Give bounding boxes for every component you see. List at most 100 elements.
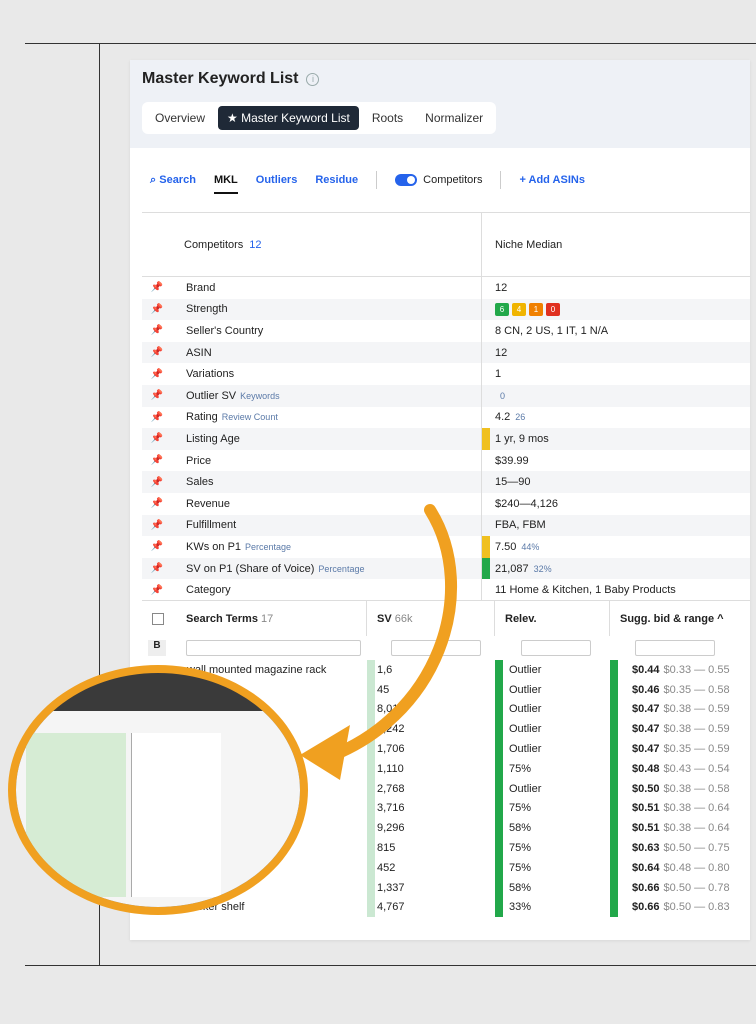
filter-b-button[interactable]: B: [148, 640, 166, 656]
relevance-cell: 75%: [495, 838, 610, 858]
competitor-row: 📌 Price $39.99: [142, 449, 750, 472]
pin-icon[interactable]: 📌: [142, 455, 172, 466]
bid-bar: [610, 778, 618, 799]
row-label: Strength: [172, 298, 482, 321]
info-icon[interactable]: i: [306, 72, 320, 86]
row-value: 8 CN, 2 US, 1 IT, 1 N/A: [495, 324, 609, 337]
relevance-bar: [495, 897, 503, 918]
competitor-row: 📌 Variations 1: [142, 363, 750, 385]
tab-roots[interactable]: Roots: [363, 106, 412, 130]
sv-bar: [367, 857, 375, 878]
bid-bar: [610, 897, 618, 918]
bid-bar: [610, 758, 618, 779]
row-value: 4.2 26: [495, 411, 526, 424]
bid-cell: $0.47 $0.38 — 0.59: [610, 699, 750, 720]
row-value: 12: [495, 281, 508, 294]
bid-bar: [610, 719, 618, 740]
sv-bar: [367, 897, 375, 918]
divider: [376, 171, 378, 189]
relevance-cell: Outlier: [495, 719, 610, 740]
outliers-button[interactable]: Outliers: [256, 174, 298, 186]
bid-cell: $0.44 $0.33 — 0.55: [610, 660, 750, 680]
bid-bar: [610, 739, 618, 759]
row-value: 6410: [482, 299, 750, 321]
sv-cell: 4,767: [367, 897, 495, 918]
bid-cell: $0.66 $0.50 — 0.78: [610, 877, 750, 898]
filter-input-relevance[interactable]: [521, 640, 591, 656]
add-asins-button[interactable]: + Add ASINs: [519, 174, 585, 186]
relevance-bar: [495, 838, 503, 858]
search-button[interactable]: ⌕ Search: [150, 174, 196, 187]
toggle-icon: [395, 174, 418, 187]
row-label: Seller's Country: [172, 320, 482, 342]
relevance-bar: [495, 877, 503, 898]
relevance-cell: 75%: [495, 798, 610, 819]
relevance-cell: Outlier: [495, 778, 610, 799]
bid-cell: $0.50 $0.38 — 0.58: [610, 778, 750, 799]
row-value: 21,087 32%: [482, 557, 750, 580]
pin-icon[interactable]: 📌: [142, 369, 172, 380]
relevance-cell: Outlier: [495, 739, 610, 759]
row-label: Brand: [172, 277, 482, 299]
col-sugg-bid[interactable]: Sugg. bid & range ^: [610, 601, 750, 636]
sv-cell: 452: [367, 857, 495, 878]
competitor-row: 📌 Listing Age 1 yr, 9 mos: [142, 428, 750, 450]
pin-icon[interactable]: 📌: [142, 520, 172, 531]
competitor-row: 📌 Strength 6410: [142, 298, 750, 321]
sv-cell: 3,716: [367, 798, 495, 819]
bid-bar: [610, 660, 618, 680]
pin-icon[interactable]: 📌: [142, 390, 172, 401]
select-all-checkbox[interactable]: [152, 612, 164, 625]
mkl-button[interactable]: MKL: [213, 174, 238, 194]
sv-bar: [367, 798, 375, 819]
row-label: Price: [172, 449, 482, 472]
header: Master Keyword List i Overview ★ Master …: [130, 60, 750, 148]
row-label: Rating Review Count: [172, 406, 482, 429]
pin-icon[interactable]: 📌: [142, 304, 172, 315]
tab-overview[interactable]: Overview: [146, 106, 214, 130]
competitor-row: 📌 ASIN 12: [142, 341, 750, 364]
residue-button[interactable]: Residue: [315, 174, 358, 186]
spreadsheet-column: [131, 733, 221, 897]
bid-cell: $0.51 $0.38 — 0.64: [610, 798, 750, 819]
pin-icon[interactable]: 📌: [142, 412, 172, 423]
competitor-row: 📌 Seller's Country 8 CN, 2 US, 1 IT, 1 N…: [142, 320, 750, 342]
row-value: 0: [500, 390, 506, 401]
bid-cell: $0.47 $0.38 — 0.59: [610, 719, 750, 740]
relevance-cell: 75%: [495, 857, 610, 878]
pin-icon[interactable]: 📌: [142, 477, 172, 488]
relevance-cell: Outlier: [495, 679, 610, 700]
competitor-row: 📌 Rating Review Count 4.2 26: [142, 406, 750, 429]
bid-bar: [610, 838, 618, 858]
filter-input-bid[interactable]: [635, 640, 715, 656]
pin-icon[interactable]: 📌: [142, 433, 172, 444]
row-label: Variations: [172, 363, 482, 385]
col-relevance[interactable]: Relev.: [495, 601, 610, 636]
competitors-toggle[interactable]: Competitors: [395, 174, 482, 187]
tab-master-keyword-list[interactable]: ★ Master Keyword List: [218, 106, 359, 130]
pin-icon[interactable]: 📌: [142, 347, 172, 358]
pin-icon[interactable]: 📌: [142, 585, 172, 596]
relevance-cell: 75%: [495, 758, 610, 779]
pin-icon[interactable]: 📌: [142, 498, 172, 509]
relevance-bar: [495, 818, 503, 839]
pin-icon[interactable]: 📌: [142, 282, 172, 293]
bid-cell: $0.66 $0.50 — 0.83: [610, 897, 750, 918]
row-value: 11 Home & Kitchen, 1 Baby Products: [495, 584, 676, 597]
competitor-row: 📌 Sales 15—90: [142, 471, 750, 493]
relevance-cell: 58%: [495, 877, 610, 898]
spreadsheet-column: [26, 733, 126, 897]
relevance-bar: [495, 857, 503, 878]
tab-normalizer[interactable]: Normalizer: [416, 106, 492, 130]
relevance-cell: 33%: [495, 897, 610, 918]
competitors-label: Competitors 12: [142, 213, 482, 276]
relevance-cell: 58%: [495, 818, 610, 839]
row-value: 7.50 44%: [482, 536, 750, 558]
row-label: Listing Age: [172, 428, 482, 450]
pin-icon[interactable]: 📌: [142, 563, 172, 574]
pin-icon[interactable]: 📌: [142, 325, 172, 336]
bid-bar: [610, 877, 618, 898]
search-icon: ⌕: [150, 173, 157, 186]
spreadsheet-preview: [8, 665, 308, 915]
pin-icon[interactable]: 📌: [142, 541, 172, 552]
